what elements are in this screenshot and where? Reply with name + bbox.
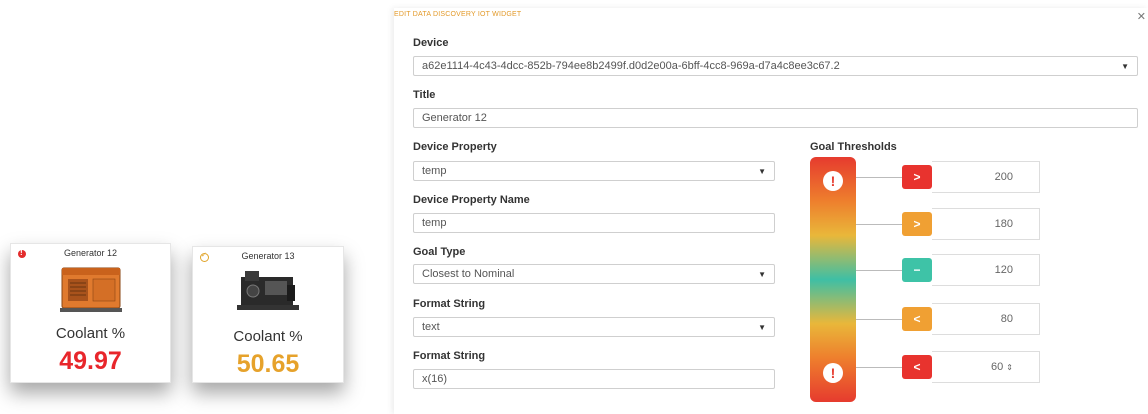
threshold-operator-button[interactable]: <: [902, 307, 932, 331]
threshold-connector: [856, 270, 902, 271]
close-icon[interactable]: ✕: [1137, 10, 1146, 23]
widget-label: Coolant %: [233, 328, 303, 345]
widget-title: Generator 12: [63, 248, 118, 258]
format-string-select[interactable]: text ▼: [413, 317, 775, 337]
threshold-input[interactable]: 180: [932, 208, 1040, 240]
threshold-connector: [856, 177, 902, 178]
alert-icon: !: [823, 363, 843, 383]
threshold-connector: [856, 319, 902, 320]
threshold-operator-button[interactable]: >: [902, 212, 932, 236]
generator-image: [237, 271, 299, 310]
format-string-2-input[interactable]: x(16): [413, 369, 775, 389]
widget-value: 49.97: [59, 347, 122, 375]
alert-icon: !: [823, 171, 843, 191]
device-property-value: temp: [422, 165, 447, 177]
threshold-connector: [856, 367, 902, 368]
edit-widget-dialog: EDIT DATA DISCOVERY IOT WIDGET ✕ Device …: [394, 8, 1148, 414]
threshold-operator-button[interactable]: >: [902, 165, 932, 189]
threshold-value: 180: [994, 218, 1013, 230]
device-property-select[interactable]: temp ▼: [413, 161, 775, 181]
chevron-down-icon: ▼: [1121, 61, 1129, 71]
chevron-down-icon: ▼: [758, 166, 766, 176]
widget-generator-13[interactable]: Generator 13 Coolant % 50.65: [192, 246, 344, 383]
title-value: Generator 12: [422, 112, 487, 124]
format-string-2-label: Format String: [413, 350, 486, 362]
format-string-2-value: x(16): [422, 373, 448, 385]
widget-title: Generator 13: [241, 251, 295, 261]
goal-type-label: Goal Type: [413, 246, 466, 258]
format-string-value: text: [422, 321, 440, 333]
widget-generator-12[interactable]: Generator 12 Coolant % 49.97: [10, 243, 171, 383]
device-property-name-input[interactable]: temp: [413, 213, 775, 233]
goal-type-select[interactable]: Closest to Nominal ▼: [413, 264, 775, 284]
threshold-input[interactable]: 200: [932, 161, 1040, 193]
format-string-label: Format String: [413, 298, 486, 310]
threshold-operator-button[interactable]: −: [902, 258, 932, 282]
device-property-name-label: Device Property Name: [413, 194, 530, 206]
title-input[interactable]: Generator 12: [413, 108, 1138, 128]
goal-type-value: Closest to Nominal: [422, 268, 515, 280]
threshold-operator-button[interactable]: <: [902, 355, 932, 379]
threshold-input[interactable]: 120: [932, 254, 1040, 286]
widget-value: 50.65: [236, 350, 300, 378]
dialog-title: EDIT DATA DISCOVERY IOT WIDGET: [394, 11, 522, 18]
generator-image: [59, 267, 122, 312]
threshold-value: 200: [994, 171, 1013, 183]
threshold-gradient-bar: ! !: [810, 157, 856, 402]
chevron-down-icon: ▼: [758, 269, 766, 279]
threshold-value: 60: [991, 361, 1004, 373]
device-value: a62e1114-4c43-4dcc-852b-794ee8b2499f.d0d…: [422, 60, 840, 72]
chevron-down-icon: ▼: [758, 322, 766, 332]
goal-thresholds-label: Goal Thresholds: [810, 141, 897, 153]
threshold-input[interactable]: 60 ⇕: [932, 351, 1040, 383]
widget-label: Coolant %: [55, 325, 126, 342]
threshold-input[interactable]: 80: [932, 303, 1040, 335]
device-property-label: Device Property: [413, 141, 497, 153]
threshold-connector: [856, 224, 902, 225]
device-select[interactable]: a62e1114-4c43-4dcc-852b-794ee8b2499f.d0d…: [413, 56, 1138, 76]
device-property-name-value: temp: [422, 217, 447, 229]
spinner-icon[interactable]: ⇕: [1006, 363, 1013, 372]
title-label: Title: [413, 89, 436, 101]
device-label: Device: [413, 37, 449, 49]
threshold-value: 80: [1000, 313, 1013, 325]
threshold-value: 120: [994, 264, 1013, 276]
